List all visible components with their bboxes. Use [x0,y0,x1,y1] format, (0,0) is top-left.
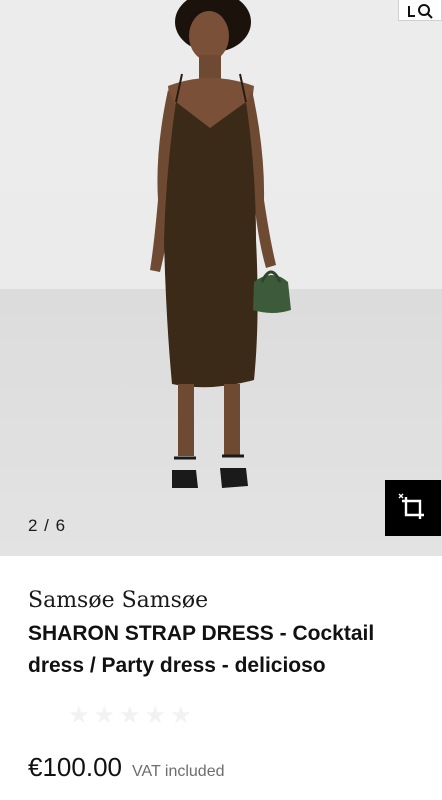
rating-stars[interactable]: ★ ★ ★ ★ ★ [68,704,192,728]
product-title: SHARON STRAP DRESS - Cocktail dress / Pa… [28,622,375,677]
visual-search-icon [408,4,433,19]
product-photo [150,0,291,488]
crop-icon [398,493,424,519]
star-icon: ★ [68,702,90,729]
image-counter: 2 / 6 [28,516,67,535]
star-icon: ★ [119,702,141,729]
visual-search-button[interactable] [398,0,442,21]
vat-note: VAT included [131,763,225,780]
star-icon: ★ [144,702,167,729]
crop-search-button[interactable] [385,480,441,536]
star-icon: ★ [170,702,192,729]
product-image-gallery[interactable]: 2 / 6 [0,0,442,556]
brand-name[interactable]: Samsøe Samsøe [28,588,208,613]
price: €100.00 [28,752,122,782]
star-icon: ★ [93,702,116,729]
price-row: €100.00 VAT included [28,752,224,783]
